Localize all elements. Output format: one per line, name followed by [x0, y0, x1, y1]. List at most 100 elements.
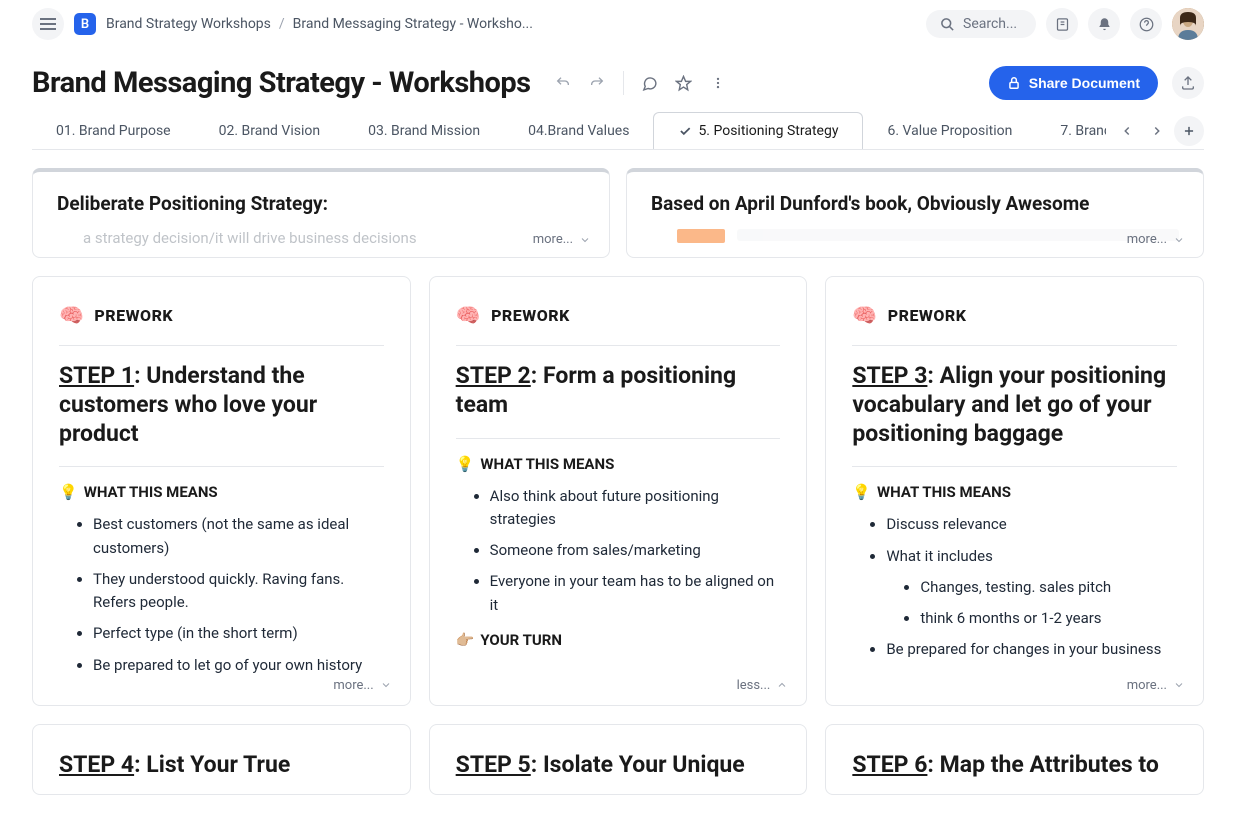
less-label: less...	[737, 678, 771, 693]
intro-card-left[interactable]: Deliberate Positioning Strategy: a strat…	[32, 168, 610, 258]
breadcrumb-current[interactable]: Brand Messaging Strategy - Worksho...	[293, 16, 533, 32]
page-title: Brand Messaging Strategy - Workshops	[32, 66, 531, 100]
check-icon	[678, 124, 692, 138]
step-card-4[interactable]: STEP 4: List Your True	[32, 724, 411, 795]
help-button[interactable]	[1130, 8, 1162, 40]
nested-list: Changes, testing. sales pitch think 6 mo…	[886, 576, 1177, 631]
favorite-button[interactable]	[670, 69, 698, 97]
sub-label-text: WHAT THIS MEANS	[877, 483, 1011, 501]
step-card-2[interactable]: 🧠 PREWORK STEP 2: Form a positioning tea…	[429, 276, 808, 706]
share-button[interactable]: Share Document	[989, 66, 1158, 100]
list-item: Be prepared to let go of your own histor…	[93, 654, 384, 677]
search-placeholder: Search...	[963, 16, 1017, 32]
comment-icon	[641, 75, 658, 92]
bell-icon	[1097, 17, 1112, 32]
bullet-list: Best customers (not the same as ideal cu…	[59, 513, 384, 677]
chevron-right-icon	[1150, 124, 1164, 138]
list-item: Discuss relevance	[886, 513, 1177, 536]
prework-text: PREWORK	[94, 306, 173, 325]
tab-brand-mission[interactable]: 03. Brand Mission	[344, 113, 504, 149]
step-title: STEP 5: Isolate Your Unique	[456, 751, 781, 780]
step-title: STEP 2: Form a positioning team	[456, 362, 781, 420]
step-card-1[interactable]: 🧠 PREWORK STEP 1: Understand the custome…	[32, 276, 411, 706]
expand-button[interactable]: more...	[333, 678, 391, 693]
chevron-down-icon	[579, 234, 591, 246]
prework-label: 🧠 PREWORK	[456, 303, 781, 327]
tab-brand-values[interactable]: 04.Brand Values	[504, 113, 653, 149]
intro-left-text: a strategy decision/it will drive busine…	[83, 229, 585, 247]
chevron-up-icon	[776, 679, 788, 691]
book-preview	[677, 229, 1179, 243]
upload-icon	[1180, 75, 1196, 91]
notifications-button[interactable]	[1088, 8, 1120, 40]
chevron-down-icon	[1173, 234, 1185, 246]
step-card-3[interactable]: 🧠 PREWORK STEP 3: Align your positioning…	[825, 276, 1204, 706]
list-item: They understood quickly. Raving fans. Re…	[93, 568, 384, 615]
search-input[interactable]: Search...	[926, 10, 1036, 38]
notes-button[interactable]	[1046, 8, 1078, 40]
tabs-prev-button[interactable]	[1114, 118, 1140, 144]
separator	[623, 71, 624, 95]
breadcrumb-separator: /	[279, 16, 285, 32]
step-title: STEP 4: List Your True	[59, 751, 384, 780]
content: Deliberate Positioning Strategy: a strat…	[0, 150, 1236, 813]
step-number: STEP 5	[456, 751, 531, 778]
step-title: STEP 6: Map the Attributes to	[852, 751, 1177, 780]
book-cover	[677, 229, 725, 243]
breadcrumb-parent[interactable]: Brand Strategy Workshops	[106, 16, 271, 32]
undo-button[interactable]	[549, 69, 577, 97]
collapse-button[interactable]: less...	[737, 678, 789, 693]
intro-left-title: Deliberate Positioning Strategy:	[57, 192, 585, 215]
chevron-down-icon	[1173, 679, 1185, 691]
list-item: Everyone in your team has to be aligned …	[490, 570, 781, 617]
list-item: Also think about future positioning stra…	[490, 485, 781, 532]
more-label: more...	[333, 678, 373, 693]
tab-brand-vision[interactable]: 02. Brand Vision	[195, 113, 344, 149]
tab-value-proposition[interactable]: 6. Value Proposition	[863, 113, 1036, 149]
expand-button[interactable]: more...	[533, 232, 591, 247]
more-label: more...	[533, 232, 573, 247]
breadcrumb: Brand Strategy Workshops / Brand Messagi…	[106, 16, 533, 32]
step-title-text: : Isolate Your Unique	[531, 751, 745, 778]
step-card-6[interactable]: STEP 6: Map the Attributes to	[825, 724, 1204, 795]
tab-brand-purpose[interactable]: 01. Brand Purpose	[32, 113, 195, 149]
step-number: STEP 6	[852, 751, 927, 778]
add-tab-button[interactable]	[1174, 116, 1204, 146]
chevron-left-icon	[1120, 124, 1134, 138]
star-icon	[675, 75, 692, 92]
expand-button[interactable]: more...	[1127, 232, 1185, 247]
user-avatar[interactable]	[1172, 8, 1204, 40]
export-button[interactable]	[1172, 67, 1204, 99]
intro-card-right[interactable]: Based on April Dunford's book, Obviously…	[626, 168, 1204, 258]
workspace-badge[interactable]: B	[74, 13, 96, 35]
menu-button[interactable]	[32, 8, 64, 40]
step-card-5[interactable]: STEP 5: Isolate Your Unique	[429, 724, 808, 795]
share-label: Share Document	[1029, 75, 1140, 91]
more-options-button[interactable]	[704, 69, 732, 97]
list-item-text: What it includes	[886, 547, 993, 565]
bulb-icon: 💡	[59, 483, 78, 501]
intro-row: Deliberate Positioning Strategy: a strat…	[32, 168, 1204, 258]
title-actions	[549, 69, 732, 97]
hand-icon: 👉🏼	[456, 631, 475, 649]
tabs-container: 01. Brand Purpose 02. Brand Vision 03. B…	[0, 112, 1236, 150]
undo-icon	[555, 75, 571, 91]
sub-label-text: WHAT THIS MEANS	[84, 483, 218, 501]
expand-button[interactable]: more...	[1127, 678, 1185, 693]
step-title: STEP 1: Understand the customers who lov…	[59, 362, 384, 448]
notes-icon	[1055, 17, 1070, 32]
redo-button[interactable]	[583, 69, 611, 97]
bulb-icon: 💡	[456, 455, 475, 473]
tabs-next-button[interactable]	[1144, 118, 1170, 144]
step-number: STEP 1	[59, 362, 134, 389]
intro-right-title: Based on April Dunford's book, Obviously…	[651, 192, 1179, 215]
prework-label: 🧠 PREWORK	[852, 303, 1177, 327]
step-number: STEP 2	[456, 362, 531, 389]
step-number: STEP 4	[59, 751, 134, 778]
tab-positioning-strategy[interactable]: 5. Positioning Strategy	[653, 112, 863, 150]
brain-icon: 🧠	[852, 303, 877, 327]
list-item: think 6 months or 1-2 years	[920, 607, 1177, 630]
comments-button[interactable]	[636, 69, 664, 97]
lock-icon	[1007, 76, 1021, 90]
prework-text: PREWORK	[888, 306, 967, 325]
